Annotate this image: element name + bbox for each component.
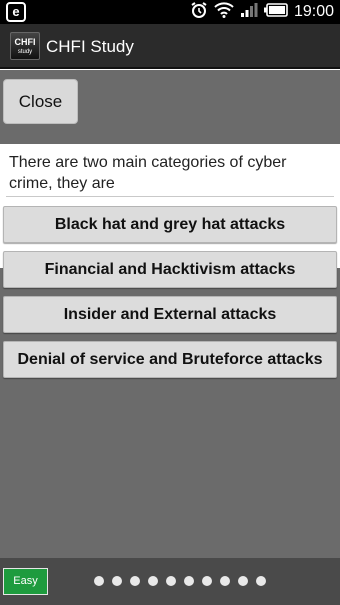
app-notification-icon: e: [6, 2, 26, 22]
signal-icon: [240, 2, 258, 23]
wifi-icon: [214, 1, 234, 23]
status-icons: 19:00: [190, 0, 334, 24]
bottom-bar: Easy: [0, 558, 340, 605]
page-dot: [166, 576, 176, 586]
answer-option-1[interactable]: Black hat and grey hat attacks: [3, 206, 337, 243]
page-dot: [130, 576, 140, 586]
page-dot: [184, 576, 194, 586]
page-dot: [202, 576, 212, 586]
question-panel: Close There are two main categories of c…: [0, 70, 340, 558]
clock: 19:00: [293, 3, 334, 20]
answer-option-4[interactable]: Denial of service and Bruteforce attacks: [3, 341, 337, 378]
logo-subtext: study: [17, 49, 33, 55]
page-dot: [238, 576, 248, 586]
status-bar: e 19:00: [0, 0, 340, 24]
close-button[interactable]: Close: [3, 79, 78, 124]
divider: [6, 196, 334, 197]
page-dot: [220, 576, 230, 586]
page-dot: [256, 576, 266, 586]
app-title: CHFI Study: [46, 37, 134, 56]
page-indicator: [94, 576, 266, 586]
answer-option-2[interactable]: Financial and Hacktivism attacks: [3, 251, 337, 288]
difficulty-badge[interactable]: Easy: [3, 568, 48, 595]
alarm-icon: [190, 1, 208, 24]
page-dot: [148, 576, 158, 586]
action-bar: CHFI study CHFI Study: [0, 24, 340, 69]
question-text: There are two main categories of cyber c…: [9, 154, 287, 192]
answer-option-3[interactable]: Insider and External attacks: [3, 296, 337, 333]
battery-icon: [263, 2, 288, 22]
app-logo-icon: CHFI study: [10, 32, 40, 60]
logo-text: CHFI: [14, 37, 36, 47]
page-dot: [112, 576, 122, 586]
page-dot: [94, 576, 104, 586]
